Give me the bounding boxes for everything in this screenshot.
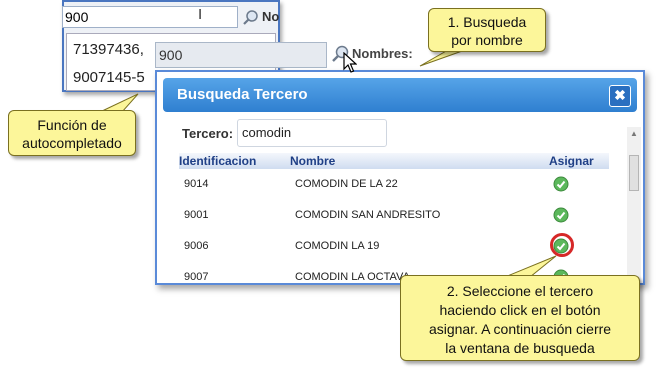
close-icon[interactable]: ✖ xyxy=(609,85,631,107)
row-nombre: COMODIN LA 19 xyxy=(295,240,380,252)
autocomplete-suggestion[interactable]: 9007145-5 xyxy=(73,69,145,86)
row-nombre: COMODIN DE LA 22 xyxy=(295,178,398,190)
row-identificacion: 9014 xyxy=(184,178,209,190)
callout-text: asignar. A continuación cierre xyxy=(428,321,612,337)
tercero-filter-label: Tercero: xyxy=(182,126,234,141)
assign-highlight-ring xyxy=(550,233,574,257)
callout-text: la ventana de busqueda xyxy=(445,340,595,356)
callout-text: por nombre xyxy=(451,32,523,48)
row-nombre: COMODIN LA OCTAVA xyxy=(295,271,410,283)
table-row: 9001 COMODIN SAN ANDRESITO xyxy=(179,200,609,230)
column-header-identificacion[interactable]: Identificacion xyxy=(179,153,256,169)
callout-seleccione: 2. Seleccione el tercero haciendo click … xyxy=(400,275,640,361)
row-identificacion: 9006 xyxy=(184,240,209,252)
assign-check-icon[interactable] xyxy=(553,176,569,192)
callout-text: Función de xyxy=(37,117,107,133)
column-header-nombre[interactable]: Nombre xyxy=(290,153,335,169)
search-input[interactable]: 900 xyxy=(155,42,327,68)
nombres-label-partial: No xyxy=(262,9,280,24)
mouse-pointer-icon xyxy=(343,52,357,73)
callout-text: autocompletado xyxy=(22,135,122,151)
callout-text: 2. Seleccione el tercero xyxy=(446,283,594,299)
assign-check-icon[interactable] xyxy=(553,207,569,223)
row-identificacion: 9007 xyxy=(184,271,209,283)
results-table-header: Identificacion Nombre Asignar xyxy=(179,153,609,169)
callout-busqueda: 1. Busqueda por nombre xyxy=(428,8,546,52)
text-cursor-icon: I xyxy=(198,6,203,23)
nombres-label: Nombres: xyxy=(352,46,413,61)
callout-text: 1. Busqueda xyxy=(447,14,527,30)
search-input-autocomplete[interactable]: 900 xyxy=(62,6,238,28)
scrollbar-thumb[interactable] xyxy=(629,155,639,191)
dialog-title: Busqueda Tercero xyxy=(177,86,308,103)
row-identificacion: 9001 xyxy=(184,209,209,221)
dialog-title-bar: Busqueda Tercero ✖ xyxy=(163,78,637,112)
callout-text: haciendo click en el botón xyxy=(439,302,601,318)
scroll-up-arrow-icon[interactable]: ▲ xyxy=(630,129,638,138)
callout-autocompletado: Función de autocompletado xyxy=(8,110,136,156)
autocomplete-suggestion[interactable]: 71397436, xyxy=(73,41,144,58)
column-header-asignar: Asignar xyxy=(549,154,594,168)
busqueda-tercero-dialog: Busqueda Tercero ✖ Tercero: comodin Iden… xyxy=(155,70,645,285)
search-icon[interactable] xyxy=(242,9,260,27)
tercero-filter-input[interactable]: comodin xyxy=(237,119,387,147)
table-row: 9006 COMODIN LA 19 xyxy=(179,231,609,261)
results-scrollbar[interactable]: ▲ xyxy=(627,127,641,283)
table-row: 9014 COMODIN DE LA 22 xyxy=(179,169,609,199)
row-nombre: COMODIN SAN ANDRESITO xyxy=(295,209,441,221)
